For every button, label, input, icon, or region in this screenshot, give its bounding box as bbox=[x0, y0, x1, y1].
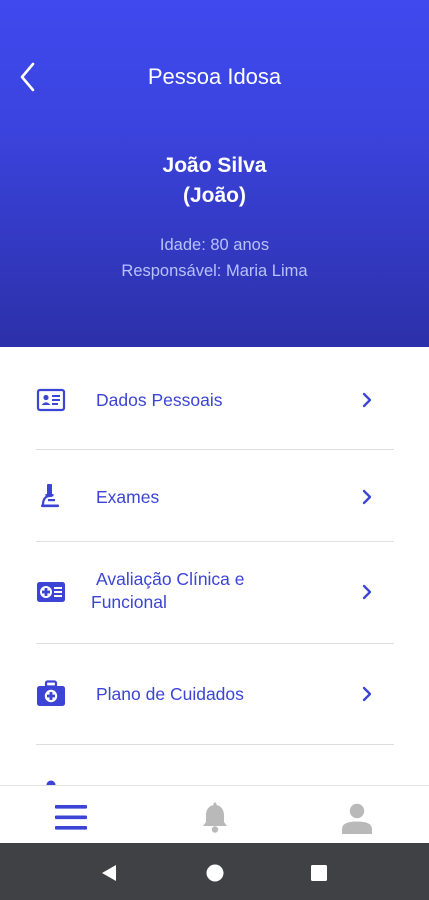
menu-icon bbox=[55, 805, 87, 830]
menu-item-exames[interactable]: Exames bbox=[0, 450, 429, 541]
microscope-icon bbox=[41, 484, 59, 508]
age-text: Idade: 80 anos bbox=[159, 236, 270, 254]
nav-notifications-button[interactable] bbox=[143, 786, 286, 844]
medical-record-icon bbox=[37, 582, 65, 602]
bottom-navigation bbox=[0, 785, 429, 844]
menu-item-label-line1: Avaliação Clínica e bbox=[96, 569, 245, 589]
menu-item-label: Plano de Cuidados bbox=[96, 684, 244, 704]
bell-icon bbox=[203, 802, 227, 833]
person-nickname: (João) bbox=[183, 184, 246, 207]
menu-item-avaliacao-clinica[interactable]: Avaliação Clínica e Funcional bbox=[0, 542, 429, 643]
chevron-right-icon bbox=[362, 392, 372, 408]
nav-menu-button[interactable] bbox=[0, 786, 143, 844]
responsible-text: Responsável: Maria Lima bbox=[121, 262, 308, 280]
menu-list: Dados Pessoais Exames Avaliação Clínica … bbox=[0, 347, 429, 785]
chevron-right-icon bbox=[362, 489, 372, 505]
menu-item-label: Dados Pessoais bbox=[96, 390, 223, 410]
page-title: Pessoa Idosa bbox=[147, 64, 282, 89]
profile-icon bbox=[342, 803, 372, 834]
person-name: João Silva bbox=[162, 154, 267, 177]
id-card-icon bbox=[36, 388, 66, 412]
medical-kit-icon bbox=[37, 680, 65, 706]
system-back-icon[interactable] bbox=[99, 863, 119, 883]
system-recents-icon[interactable] bbox=[309, 863, 329, 883]
menu-item-dados-pessoais[interactable]: Dados Pessoais bbox=[0, 347, 429, 449]
system-navigation-bar bbox=[0, 843, 429, 900]
menu-item-plano-cuidados[interactable]: Plano de Cuidados bbox=[0, 644, 429, 744]
menu-item-label: Exames bbox=[96, 487, 160, 507]
nav-profile-button[interactable] bbox=[286, 786, 429, 844]
chevron-right-icon bbox=[362, 686, 372, 702]
menu-item-label-line2: Funcional bbox=[91, 592, 167, 612]
menu-item-partial[interactable] bbox=[0, 745, 429, 785]
system-home-icon[interactable] bbox=[205, 863, 225, 883]
chevron-right-icon bbox=[362, 584, 372, 600]
profile-header: Pessoa Idosa João Silva (João) Idade: 80… bbox=[0, 0, 429, 347]
